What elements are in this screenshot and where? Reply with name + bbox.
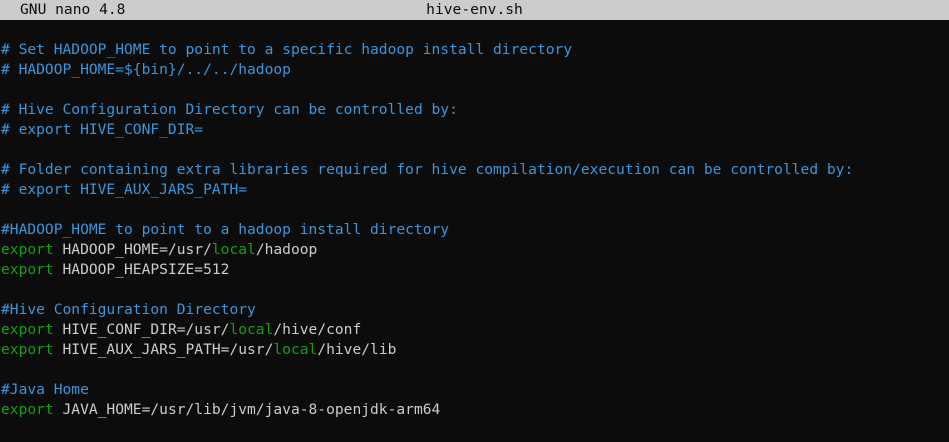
comment-text: #HADOOP_HOME to point to a hadoop instal…: [1, 221, 450, 238]
comment-text: # export HIVE_AUX_JARS_PATH=: [1, 181, 248, 198]
editor-line: # export HIVE_CONF_DIR=: [1, 120, 947, 140]
comment-text: # Folder containing extra libraries requ…: [1, 161, 854, 178]
assignment-text: HADOOP_HEAPSIZE=512: [53, 261, 230, 278]
assignment-text: HIVE_CONF_DIR=/usr/: [53, 321, 230, 338]
assignment-text: /hive/lib: [317, 341, 397, 358]
nano-title-bar: GNU nano 4.8 hive-env.sh: [0, 0, 949, 20]
file-name: hive-env.sh: [426, 1, 523, 18]
editor-line: # HADOOP_HOME=${bin}/../../hadoop: [1, 60, 947, 80]
editor-line: #Java Home: [1, 380, 947, 400]
editor-line: export HIVE_AUX_JARS_PATH=/usr/local/hiv…: [1, 340, 947, 360]
editor-line: #Hive Configuration Directory: [1, 300, 947, 320]
editor-line: export JAVA_HOME=/usr/lib/jvm/java-8-ope…: [1, 400, 947, 420]
editor-line: export HADOOP_HEAPSIZE=512: [1, 260, 947, 280]
assignment-text: JAVA_HOME=/usr/lib/jvm/java-8-openjdk-ar…: [53, 401, 441, 418]
comment-text: # HADOOP_HOME=${bin}/../../hadoop: [1, 61, 291, 78]
assignment-text: HADOOP_HOME=/usr/: [53, 241, 212, 258]
editor-line: # export HIVE_AUX_JARS_PATH=: [1, 180, 947, 200]
export-keyword: export: [1, 241, 54, 258]
export-keyword: export: [1, 401, 54, 418]
local-keyword: local: [273, 341, 318, 358]
editor-line: # Folder containing extra libraries requ…: [1, 160, 947, 180]
comment-text: # export HIVE_CONF_DIR=: [1, 121, 204, 138]
editor-line: #HADOOP_HOME to point to a hadoop instal…: [1, 220, 947, 240]
export-keyword: export: [1, 341, 54, 358]
assignment-text: /hive/conf: [273, 321, 362, 338]
editor-text-area[interactable]: # Set HADOOP_HOME to point to a specific…: [1, 40, 947, 420]
local-keyword: local: [229, 321, 274, 338]
comment-text: # Set HADOOP_HOME to point to a specific…: [1, 41, 573, 58]
editor-line: # Hive Configuration Directory can be co…: [1, 100, 947, 120]
editor-line: export HIVE_CONF_DIR=/usr/local/hive/con…: [1, 320, 947, 340]
editor-line: # Set HADOOP_HOME to point to a specific…: [1, 40, 947, 60]
editor-line: export HADOOP_HOME=/usr/local/hadoop: [1, 240, 947, 260]
assignment-text: HIVE_AUX_JARS_PATH=/usr/: [53, 341, 274, 358]
assignment-text: /hadoop: [255, 241, 318, 258]
export-keyword: export: [1, 321, 54, 338]
comment-text: # Hive Configuration Directory can be co…: [1, 101, 458, 118]
comment-text: #Hive Configuration Directory: [1, 301, 256, 318]
comment-text: #Java Home: [1, 381, 89, 398]
export-keyword: export: [1, 261, 54, 278]
local-keyword: local: [211, 241, 256, 258]
